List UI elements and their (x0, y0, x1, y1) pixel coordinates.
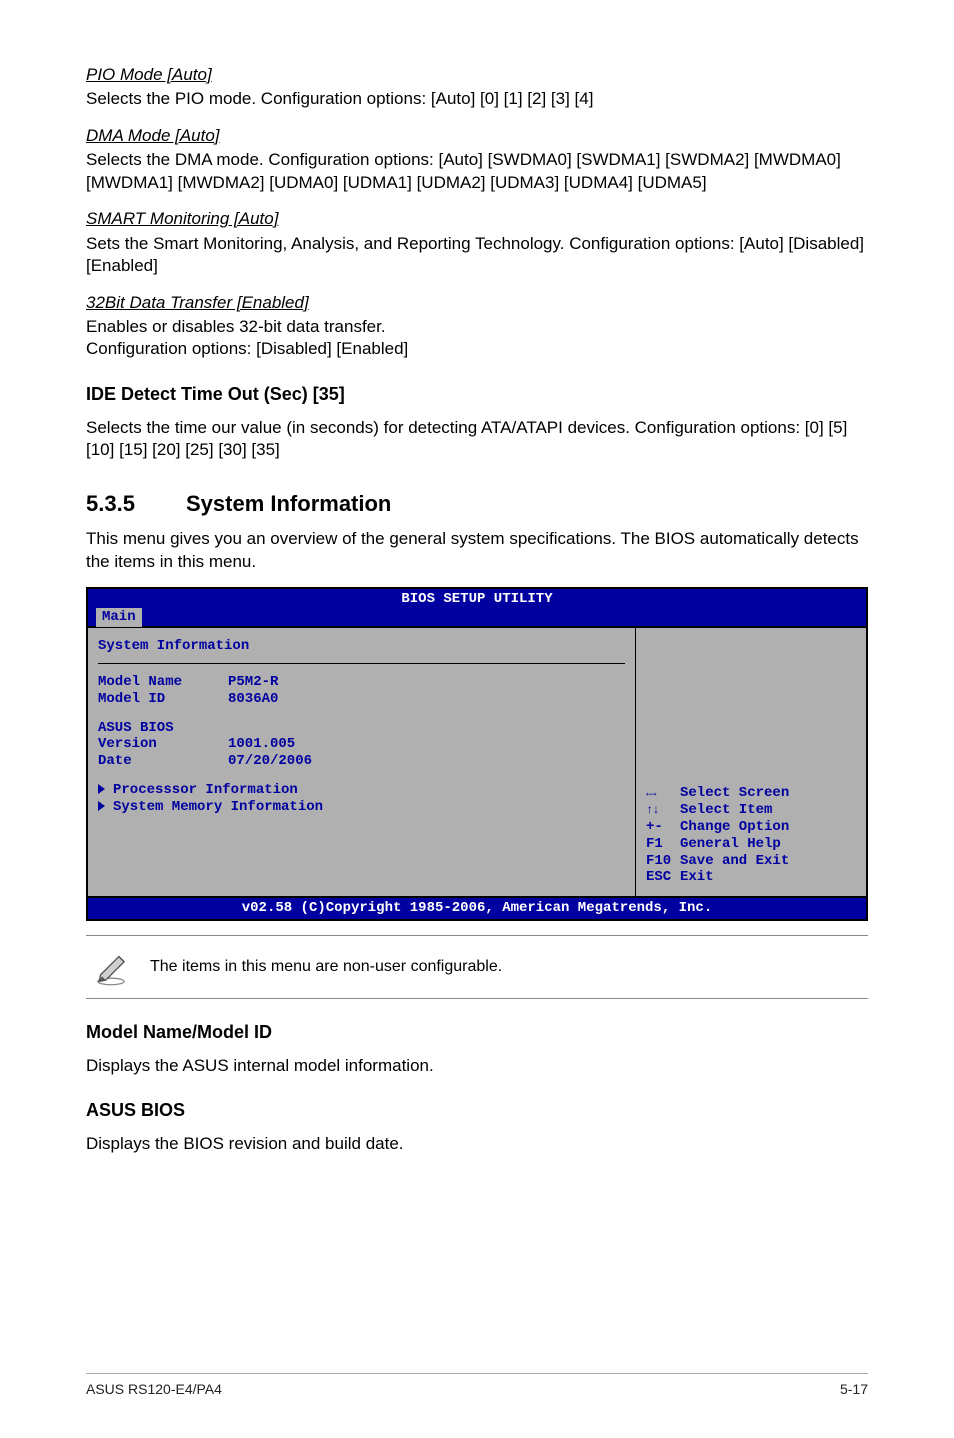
option-heading-pio: PIO Mode [Auto] (86, 64, 868, 86)
bios-row-asus-bios: ASUS BIOS (98, 720, 625, 737)
pencil-note-icon (90, 946, 132, 988)
heading-model-name-id: Model Name/Model ID (86, 1021, 868, 1045)
desc-ide-detect: Selects the time our value (in seconds) … (86, 417, 868, 462)
bios-tab-main[interactable]: Main (96, 608, 142, 627)
section-heading-sysinfo: 5.3.5 System Information (86, 489, 868, 518)
bios-help-key: F1 (646, 836, 680, 853)
page-footer: ASUS RS120-E4/PA4 5-17 (86, 1373, 868, 1398)
bios-value: 8036A0 (228, 691, 278, 708)
bios-help-text: Exit (680, 869, 714, 886)
bios-help-key: ESC (646, 869, 680, 886)
bios-row-version: Version 1001.005 (98, 736, 625, 753)
bios-label: Version (98, 736, 228, 753)
bios-copyright-bar: v02.58 (C)Copyright 1985-2006, American … (88, 896, 866, 919)
bios-left-title: System Information (98, 634, 625, 664)
heading-asus-bios: ASUS BIOS (86, 1099, 868, 1123)
bios-row-model-id: Model ID 8036A0 (98, 691, 625, 708)
bios-help-text: Save and Exit (680, 853, 789, 870)
option-desc-32bit-2: Configuration options: [Disabled] [Enabl… (86, 338, 868, 360)
bios-help-row: Select Item (646, 802, 858, 819)
bios-value: 1001.005 (228, 736, 295, 753)
option-heading-32bit: 32Bit Data Transfer [Enabled] (86, 292, 868, 314)
option-desc-dma: Selects the DMA mode. Configuration opti… (86, 149, 868, 194)
bios-value: 07/20/2006 (228, 753, 312, 770)
desc-asus-bios: Displays the BIOS revision and build dat… (86, 1133, 868, 1155)
bios-row-date: Date 07/20/2006 (98, 753, 625, 770)
bios-help-row: ESC Exit (646, 869, 858, 886)
bios-help-text: General Help (680, 836, 781, 853)
bios-right-pane: Select Screen Select Item Change Option … (636, 628, 866, 896)
section-title: System Information (186, 489, 391, 518)
option-heading-dma: DMA Mode [Auto] (86, 125, 868, 147)
note-block: The items in this menu are non-user conf… (86, 935, 868, 999)
bios-help-row: Change Option (646, 819, 858, 836)
bios-submenu-label: System Memory Information (113, 799, 323, 815)
bios-submenu-label: Processsor Information (113, 782, 298, 798)
desc-model-name-id: Displays the ASUS internal model informa… (86, 1055, 868, 1077)
section-number: 5.3.5 (86, 489, 186, 518)
option-desc-pio: Selects the PIO mode. Configuration opti… (86, 88, 868, 110)
sysinfo-intro: This menu gives you an overview of the g… (86, 528, 868, 573)
bios-body: System Information Model Name P5M2-R Mod… (88, 626, 866, 896)
bios-left-pane: System Information Model Name P5M2-R Mod… (88, 628, 636, 896)
bios-help-text: Change Option (680, 819, 789, 836)
bios-help-row: F1 General Help (646, 836, 858, 853)
bios-submenu-memory[interactable]: System Memory Information (98, 799, 625, 816)
triangle-right-icon (98, 784, 105, 794)
bios-label: Model Name (98, 674, 228, 691)
bios-row-model-name: Model Name P5M2-R (98, 674, 625, 691)
bios-help-text: Select Screen (680, 785, 789, 802)
bios-title-bar: BIOS SETUP UTILITY (88, 589, 866, 608)
bios-value: P5M2-R (228, 674, 278, 691)
footer-page-number: 5-17 (840, 1380, 868, 1398)
bios-help-key: F10 (646, 853, 680, 870)
heading-ide-detect: IDE Detect Time Out (Sec) [35] (86, 383, 868, 407)
bios-help-row: Select Screen (646, 785, 858, 802)
bios-tabstrip: Main (88, 608, 866, 626)
arrows-up-down-icon (646, 802, 680, 819)
option-desc-smart: Sets the Smart Monitoring, Analysis, and… (86, 233, 868, 278)
arrows-left-right-icon (646, 785, 680, 802)
bios-label: Date (98, 753, 228, 770)
plus-minus-icon (646, 819, 680, 836)
bios-label: Model ID (98, 691, 228, 708)
option-heading-smart: SMART Monitoring [Auto] (86, 208, 868, 230)
note-text: The items in this menu are non-user conf… (150, 956, 502, 977)
option-desc-32bit-1: Enables or disables 32-bit data transfer… (86, 316, 868, 338)
bios-help-text: Select Item (680, 802, 772, 819)
bios-panel: BIOS SETUP UTILITY Main System Informati… (86, 587, 868, 921)
bios-help-row: F10 Save and Exit (646, 853, 858, 870)
footer-left: ASUS RS120-E4/PA4 (86, 1380, 222, 1398)
triangle-right-icon (98, 801, 105, 811)
bios-help-block: Select Screen Select Item Change Option … (646, 785, 858, 886)
bios-submenu-processor[interactable]: Processsor Information (98, 782, 625, 799)
